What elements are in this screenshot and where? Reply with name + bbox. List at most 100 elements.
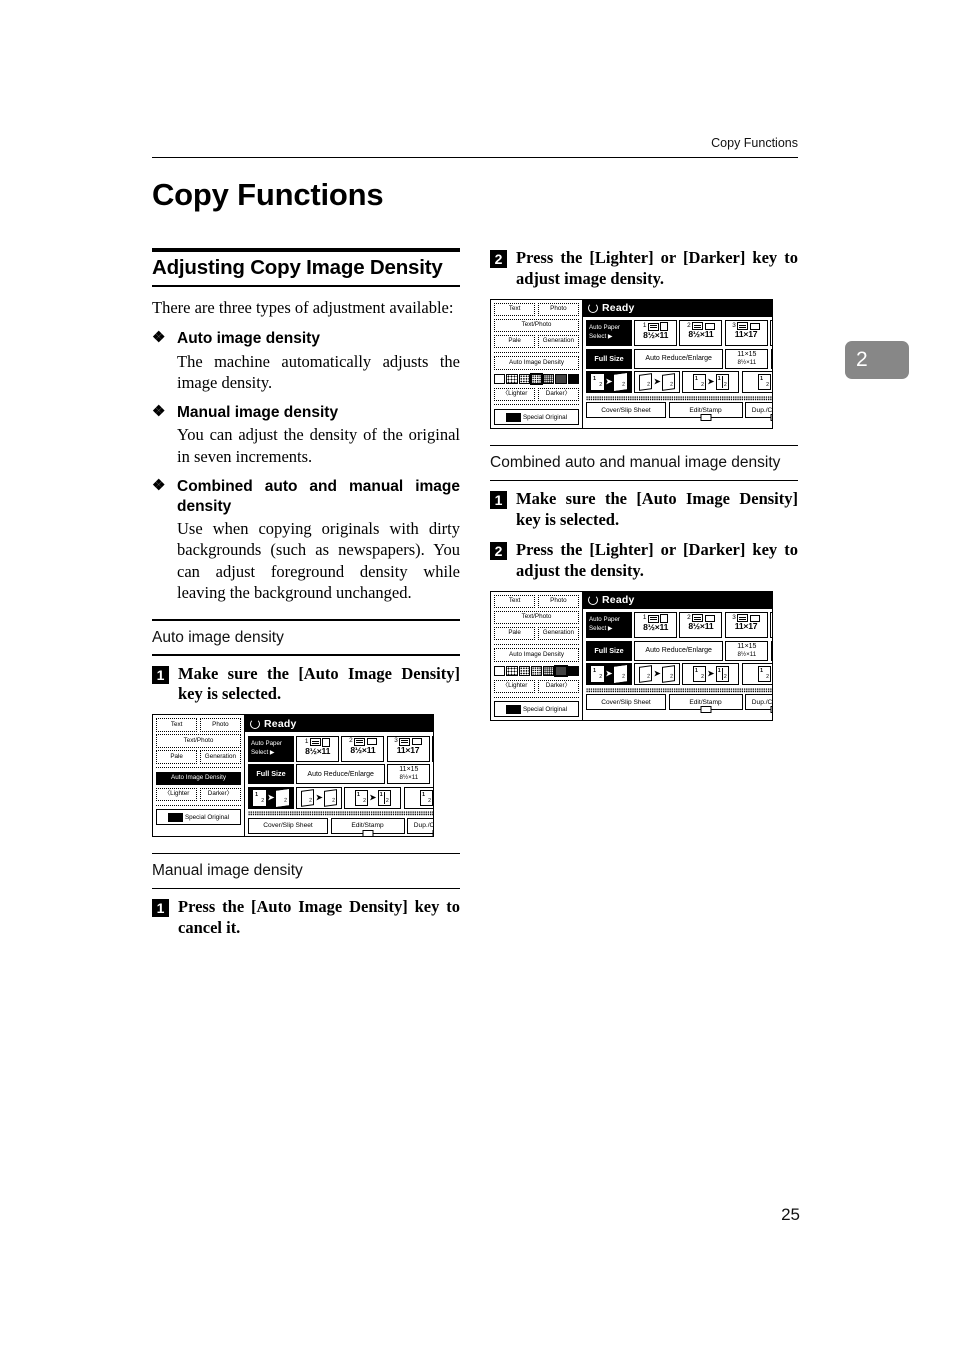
lcd-key-pale[interactable]: Pale <box>494 334 536 349</box>
lcd-tray-1[interactable]: 1 8½×11 <box>296 735 340 762</box>
lcd-key-ratio-1[interactable]: 11×15 8½×11 <box>725 348 769 369</box>
lcd-density-scale[interactable] <box>494 663 579 678</box>
lcd-key-ratio-2[interactable]: 5½×8½ 8½×14 <box>432 764 433 785</box>
lcd-key-full-size[interactable]: Full Size <box>248 764 294 785</box>
lcd-key-ratio-2[interactable]: 5½×8½ 8½×14 <box>770 640 772 661</box>
density-step-7[interactable] <box>567 665 579 676</box>
lcd-tray-bypass[interactable]: T 8½×11 <box>769 320 772 347</box>
lcd-key-special-original[interactable]: Special Original <box>156 809 241 826</box>
lcd-tray-2[interactable]: 2 8½×11 <box>679 612 723 639</box>
density-step-5[interactable] <box>543 665 555 676</box>
lcd-key-duplex-2to2[interactable]: 2 ➤ 2 <box>634 371 681 394</box>
density-step-3[interactable] <box>518 665 530 676</box>
lcd-key-generation[interactable]: Generation <box>537 626 579 641</box>
lcd-key-photo[interactable]: Photo <box>537 302 579 317</box>
lcd-tray-bypass[interactable]: T 8½×11 <box>769 612 773 639</box>
density-step-2[interactable] <box>506 373 518 384</box>
lcd-status-bar: Ready <box>245 715 433 734</box>
density-step-4[interactable] <box>529 371 544 386</box>
lcd-key-ratio-1[interactable]: 11×15 8½×11 <box>725 640 769 661</box>
density-step-3[interactable] <box>518 373 530 384</box>
lcd-key-special-original[interactable]: Special Original <box>494 408 579 426</box>
lcd-key-combine-2on1[interactable]: 12 ➤ 12 <box>682 663 740 686</box>
lcd-key-cover-slip-sheet[interactable]: Cover/Slip Sheet <box>248 817 328 834</box>
section-heading-text: Adjusting Copy Image Density <box>152 256 443 279</box>
lcd-tray-1[interactable]: 1 8½×11 <box>634 320 678 347</box>
lcd-key-duplex-1to2[interactable]: 12 ➤ 2 <box>586 371 632 394</box>
density-step-2[interactable] <box>506 665 518 676</box>
lcd-key-darker[interactable]: Darker〉 <box>537 679 579 693</box>
lcd-key-cover-slip-sheet[interactable]: Cover/Slip Sheet <box>586 694 666 711</box>
lcd-key-generation[interactable]: Generation <box>199 750 241 764</box>
lcd-key-auto-paper-select[interactable]: Auto Paper Select ▶ <box>248 735 294 762</box>
lcd-key-text-photo[interactable]: Text/Photo <box>494 610 579 625</box>
density-step-6[interactable] <box>553 663 569 678</box>
density-step-6[interactable] <box>555 373 567 384</box>
lcd-key-pale[interactable]: Pale <box>156 750 198 764</box>
lcd-key-dup-combine[interactable]: Dup./Combine/S <box>745 402 772 422</box>
lcd-key-combine-2on1[interactable]: 12 ➤ 12 <box>682 371 740 394</box>
lcd-tray-3[interactable]: 3 11×17 <box>724 320 768 347</box>
lcd-key-combine-2on1[interactable]: 12 ➤ 12 <box>344 786 402 809</box>
lcd-key-darker[interactable]: Darker〉 <box>199 787 241 802</box>
density-step-7[interactable] <box>567 373 579 384</box>
density-step-1[interactable] <box>494 373 506 384</box>
lcd-tray-2[interactable]: 2 8½×11 <box>341 735 385 762</box>
lcd-key-combine-more[interactable]: 12 <box>403 786 433 809</box>
lcd-hatch-divider <box>586 395 772 401</box>
lcd-key-combine-more[interactable]: 12 <box>741 663 772 686</box>
lcd-key-lighter[interactable]: 〈Lighter <box>494 387 536 401</box>
lcd-key-combine-more[interactable]: 12 <box>741 371 772 394</box>
power-icon <box>250 718 260 729</box>
lcd-key-darker[interactable]: Darker〉 <box>537 387 579 401</box>
lcd-key-duplex-1to2[interactable]: 12 ➤ 2 <box>248 786 294 809</box>
lcd-key-duplex-1to2[interactable]: 12 ➤ 2 <box>586 663 632 686</box>
lcd-key-auto-reduce-enlarge[interactable]: Auto Reduce/Enlarge <box>296 764 386 785</box>
lcd-key-dup-combine[interactable]: Dup./Combine/S <box>407 817 433 836</box>
lcd-key-duplex-2to2[interactable]: 2 ➤ 2 <box>296 786 343 809</box>
lcd-key-edit-stamp[interactable]: Edit/Stamp <box>668 694 743 714</box>
lcd-key-text-photo[interactable]: Text/Photo <box>494 318 579 333</box>
lcd-tray-1[interactable]: 1 8½×11 <box>634 612 678 639</box>
lcd-key-pale[interactable]: Pale <box>494 626 536 641</box>
lcd-key-text-photo[interactable]: Text/Photo <box>156 734 241 748</box>
lcd-key-auto-reduce-enlarge[interactable]: Auto Reduce/Enlarge <box>634 348 724 369</box>
lcd-key-auto-paper-select[interactable]: Auto Paper Select ▶ <box>586 320 632 347</box>
lcd-key-edit-stamp[interactable]: Edit/Stamp <box>330 817 405 836</box>
lcd-key-auto-image-density[interactable]: Auto Image Density <box>156 771 241 786</box>
lcd-key-text[interactable]: Text <box>494 594 536 609</box>
lcd-tray-bypass[interactable]: T 8½×11 <box>431 735 433 762</box>
lcd-key-ratio-1[interactable]: 11×15 8½×11 <box>387 764 431 785</box>
lcd-key-photo[interactable]: Photo <box>199 718 241 732</box>
lcd-density-scale[interactable] <box>494 371 579 386</box>
lcd-key-edit-stamp[interactable]: Edit/Stamp <box>668 402 743 422</box>
lcd-key-lighter[interactable]: 〈Lighter <box>156 787 198 802</box>
lcd-key-dup-combine[interactable]: Dup./Combine/S <box>745 694 772 714</box>
lcd-key-auto-reduce-enlarge[interactable]: Auto Reduce/Enlarge <box>634 640 724 661</box>
lcd-key-auto-image-density[interactable]: Auto Image Density <box>494 356 579 370</box>
lcd-key-duplex-2to2[interactable]: 2 ➤ 2 <box>634 663 681 686</box>
lcd-key-text[interactable]: Text <box>494 302 536 317</box>
lcd-key-full-size[interactable]: Full Size <box>586 640 632 661</box>
lcd-key-cover-slip-sheet[interactable]: Cover/Slip Sheet <box>586 402 666 419</box>
lcd-key-text[interactable]: Text <box>156 718 198 732</box>
step-number-badge: 2 <box>490 250 507 268</box>
density-step-5[interactable] <box>543 373 555 384</box>
step-number-badge: 2 <box>490 542 507 561</box>
lcd-tray-3[interactable]: 3 11×17 <box>724 612 768 639</box>
bullet-title: ❖ Combined auto and manual image density <box>152 477 460 517</box>
lcd-tray-2[interactable]: 2 8½×11 <box>679 320 723 347</box>
lcd-tray-size: 8½×11 <box>772 623 773 632</box>
lcd-key-generation[interactable]: Generation <box>537 334 579 349</box>
lcd-key-photo[interactable]: Photo <box>537 594 579 609</box>
lcd-tray-3[interactable]: 3 11×17 <box>386 735 430 762</box>
lcd-key-lighter[interactable]: 〈Lighter <box>494 679 536 693</box>
density-step-4[interactable] <box>530 665 543 676</box>
lcd-key-auto-paper-select[interactable]: Auto Paper Select ▶ <box>586 612 632 639</box>
lcd-key-special-original[interactable]: Special Original <box>494 701 579 718</box>
lcd-key-full-size[interactable]: Full Size <box>586 348 632 369</box>
density-step-1[interactable] <box>494 665 506 676</box>
lcd-key-ratio-2[interactable]: 5½×8½ 8½×14 <box>770 348 772 369</box>
lcd-separator <box>156 767 241 769</box>
lcd-key-auto-image-density[interactable]: Auto Image Density <box>494 648 579 662</box>
